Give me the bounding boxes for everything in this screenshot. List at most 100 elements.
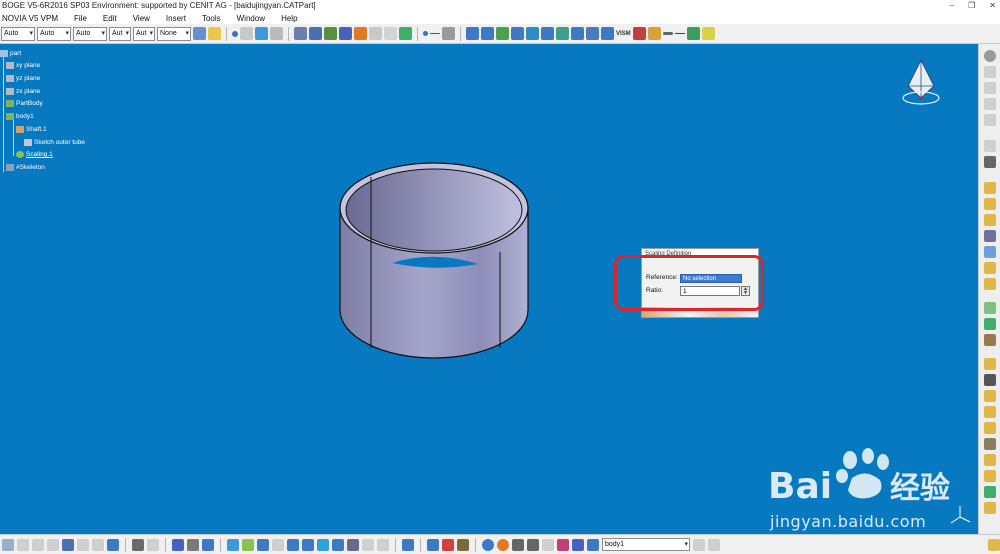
chamfer-icon[interactable]	[983, 318, 996, 330]
pattern-tool-icon[interactable]	[983, 486, 996, 498]
sun-icon[interactable]	[354, 27, 367, 40]
snap-icon[interactable]	[294, 27, 307, 40]
hole-icon[interactable]	[983, 246, 996, 258]
extrapolate-icon[interactable]	[556, 27, 569, 40]
cut-tool-icon[interactable]	[32, 538, 44, 551]
undo-icon[interactable]	[77, 538, 89, 551]
analysis-icon[interactable]	[309, 27, 322, 40]
highlight-icon[interactable]	[647, 27, 661, 40]
menu-help[interactable]: Help	[273, 14, 305, 23]
thickness-icon[interactable]	[983, 374, 996, 386]
symmetry-icon[interactable]	[983, 454, 996, 466]
minimize-button[interactable]: –	[950, 0, 954, 12]
measure-tool-icon[interactable]	[402, 538, 414, 551]
new-icon[interactable]	[2, 538, 14, 551]
menu-file[interactable]: File	[66, 14, 95, 23]
line-icon[interactable]	[240, 27, 253, 40]
paint-icon[interactable]	[193, 27, 206, 40]
transform-icon[interactable]	[496, 27, 509, 40]
zoom-in-icon[interactable]	[272, 538, 284, 551]
views-icon[interactable]	[317, 538, 329, 551]
comment-icon[interactable]	[147, 538, 159, 551]
transparency-combo[interactable]: Auto	[37, 26, 71, 41]
tolerance-icon[interactable]	[512, 538, 524, 551]
pad-icon[interactable]	[983, 182, 996, 194]
extract-icon[interactable]	[601, 27, 614, 40]
settings-icon[interactable]	[983, 50, 996, 62]
surface-icon[interactable]	[270, 27, 283, 40]
sketcher-icon[interactable]	[983, 156, 996, 168]
lock-icon[interactable]	[542, 538, 554, 551]
vism-label[interactable]: VISM	[616, 31, 631, 37]
multi-view-icon[interactable]	[332, 538, 344, 551]
curve-icon[interactable]	[255, 27, 268, 40]
tube-3d-model[interactable]	[336, 160, 532, 365]
plane-tool-icon[interactable]	[442, 27, 455, 40]
numeric-icon[interactable]	[527, 538, 539, 551]
measure-between-icon[interactable]	[427, 538, 439, 551]
menu-tools[interactable]: Tools	[194, 14, 229, 23]
app-name[interactable]: NOVIA V5 VPM	[0, 14, 66, 23]
paste-icon[interactable]	[62, 538, 74, 551]
zoom-out-icon[interactable]	[287, 538, 299, 551]
boundary-icon[interactable]	[586, 27, 599, 40]
diagonal-icon[interactable]	[674, 33, 685, 34]
menu-insert[interactable]: Insert	[158, 14, 194, 23]
slot-icon[interactable]	[983, 278, 996, 290]
join-icon[interactable]	[571, 27, 584, 40]
point-symbol-combo[interactable]: Aut	[133, 26, 155, 41]
close-button[interactable]: ✕	[989, 0, 996, 12]
shell-icon[interactable]	[983, 358, 996, 370]
translate-icon[interactable]	[983, 422, 996, 434]
fit-all-icon[interactable]	[227, 538, 239, 551]
layer-icon[interactable]	[399, 27, 412, 40]
grid-icon[interactable]	[339, 27, 352, 40]
select-arrow-icon[interactable]	[983, 140, 996, 152]
help-icon[interactable]	[107, 538, 119, 551]
tree-node-xy-plane[interactable]: xy plane	[6, 62, 40, 69]
compass-icon[interactable]	[900, 58, 942, 116]
inertia-icon[interactable]	[457, 538, 469, 551]
layer-combo[interactable]: None	[157, 26, 191, 41]
draft-icon[interactable]	[983, 334, 996, 346]
maximize-button[interactable]: ❐	[968, 0, 975, 12]
normal-view-icon[interactable]	[302, 538, 314, 551]
hide-show-icon[interactable]	[362, 538, 374, 551]
rotate-tool-icon[interactable]	[983, 438, 996, 450]
menu-view[interactable]: View	[125, 14, 158, 23]
thread-icon[interactable]	[983, 390, 996, 402]
mirror-icon[interactable]	[983, 470, 996, 482]
pocket-icon[interactable]	[983, 198, 996, 210]
menu-edit[interactable]: Edit	[95, 14, 125, 23]
update-icon[interactable]	[202, 538, 214, 551]
tree-node-part[interactable]: part	[0, 50, 21, 57]
painter-icon[interactable]	[208, 27, 221, 40]
line-thickness-combo[interactable]: Auto	[73, 26, 107, 41]
copy-tool-icon[interactable]	[47, 538, 59, 551]
rotate-icon[interactable]	[466, 27, 479, 40]
point-tool-icon[interactable]	[423, 31, 428, 36]
arc-icon[interactable]	[686, 27, 700, 40]
refresh-icon[interactable]	[481, 27, 494, 40]
tree-node-sketch[interactable]: Sketch outer tube	[24, 139, 85, 146]
axis-icon[interactable]	[511, 27, 524, 40]
search-icon[interactable]	[187, 538, 199, 551]
fillet-icon[interactable]	[983, 302, 996, 314]
pin-icon[interactable]	[572, 538, 584, 551]
dotted-line-icon[interactable]	[662, 32, 673, 35]
paint-tool-icon[interactable]	[988, 538, 1000, 551]
tree-node-scaling[interactable]: Scaling.1	[16, 151, 53, 158]
rotate-view-icon[interactable]	[257, 538, 269, 551]
measure-item-icon[interactable]	[442, 538, 454, 551]
pan-icon[interactable]	[242, 538, 254, 551]
cross-icon[interactable]	[693, 538, 705, 551]
view-icon[interactable]	[983, 98, 996, 110]
render-style-icon[interactable]	[347, 538, 359, 551]
redo-icon[interactable]	[92, 538, 104, 551]
swap-space-icon[interactable]	[377, 538, 389, 551]
flag-icon[interactable]	[557, 538, 569, 551]
tree-node-skeleton[interactable]: #Skeleton	[6, 164, 45, 171]
copy-icon[interactable]	[384, 27, 397, 40]
tree-node-shaft[interactable]: Shaft.1	[16, 126, 47, 133]
measure-icon[interactable]	[324, 27, 337, 40]
